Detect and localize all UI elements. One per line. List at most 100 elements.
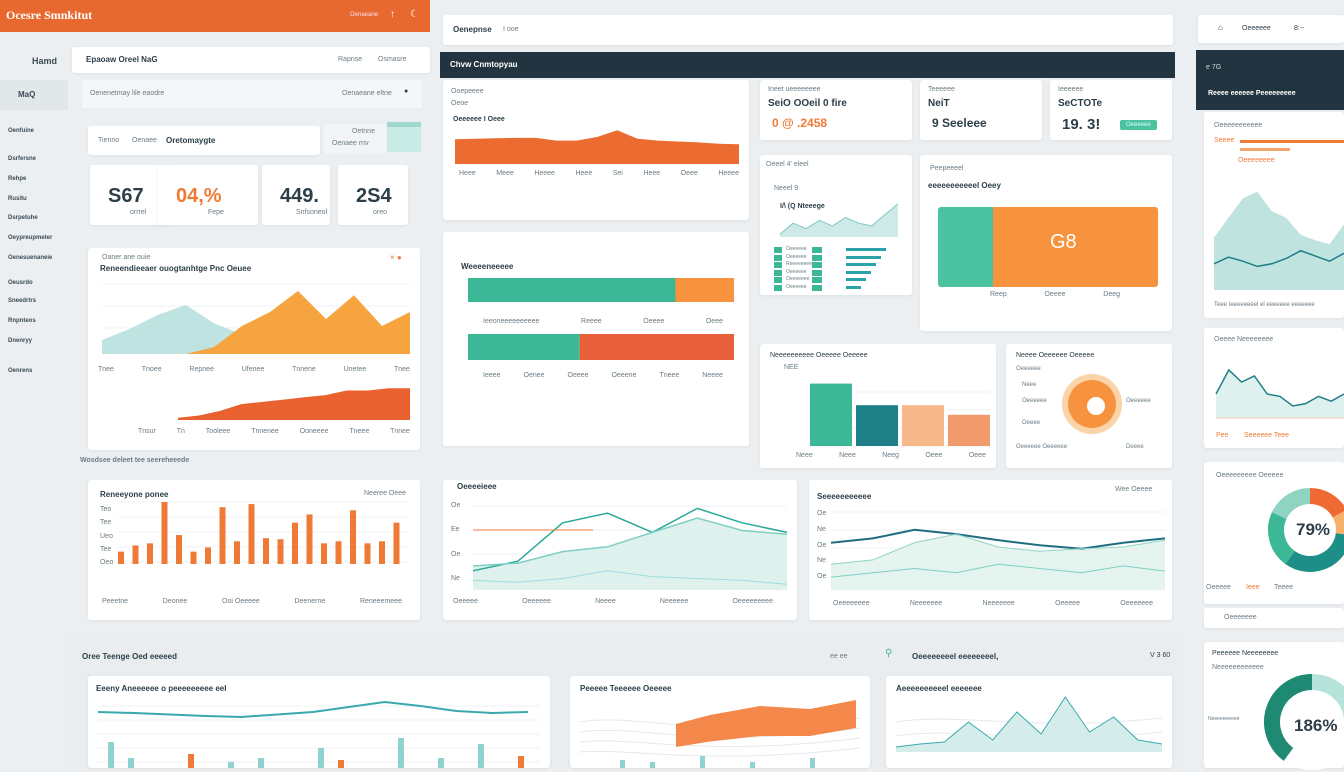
axis-label: Oe: [451, 550, 461, 558]
kpi-badge[interactable]: Oeeeeee: [1120, 120, 1157, 130]
sidebar-item[interactable]: Oenesuenaneie: [8, 255, 52, 261]
moon-icon[interactable]: ☾: [410, 9, 419, 20]
axis-label: Ueo: [100, 532, 113, 540]
axis-label: Oe: [451, 502, 461, 509]
sidebar-item[interactable]: Dsrfersne: [8, 156, 36, 162]
bar: [350, 510, 356, 564]
axis-label: Oeee: [925, 452, 943, 459]
close-icon[interactable]: × ●: [390, 253, 402, 262]
axis-label: Deeg: [1103, 291, 1120, 298]
axis-label: Ufenee: [241, 366, 265, 373]
sidebar-item[interactable]: Oeypreupmeter: [8, 235, 52, 241]
axis-label: Oeeee: [643, 318, 665, 325]
kpi-label: Snfsoneol: [296, 209, 328, 216]
card-footer: Teee Ieeeeeeeel el eeeeeee eeeeeee: [1214, 302, 1315, 308]
row-bar: [846, 248, 886, 251]
axis-label: Ooi Oeeeee: [222, 598, 260, 605]
tab-1[interactable]: Tienno: [98, 137, 119, 144]
bar-segment: [675, 278, 734, 302]
upload-icon[interactable]: ↑: [390, 9, 395, 20]
note: Oeeeeeee: [1224, 614, 1257, 621]
axis-label: Tnee: [98, 366, 114, 373]
gauge-value: 186%: [1294, 716, 1338, 735]
top-label[interactable]: 8:--: [1294, 25, 1305, 32]
home-icon[interactable]: ⌂: [1218, 23, 1223, 32]
card-title: Neeee Oeeeeee Oeeeee: [1016, 352, 1095, 359]
bar: [188, 754, 194, 768]
sidebar-item[interactable]: Rehpe: [8, 176, 26, 182]
kpi-row: 19. 3!: [1062, 116, 1101, 133]
bar: [650, 762, 655, 768]
bar: [393, 522, 400, 564]
axis-label: Neee: [839, 452, 856, 459]
card-title: Reneendieeaer ouogtanhtge Pnc Oeuee: [100, 264, 252, 273]
area: [1216, 370, 1344, 418]
donut-segment: [1271, 488, 1311, 520]
kpi-value: SeiO OOeil 0 fire: [768, 98, 847, 109]
legend-item: Oeeeeee: [1016, 366, 1041, 372]
pin-icon[interactable]: ●: [404, 88, 408, 95]
bar: [205, 547, 211, 564]
legend-item: Oeeeeee: [1126, 398, 1151, 404]
tag-icon: ⚲: [885, 648, 893, 659]
axis-label: Tnee: [393, 366, 410, 373]
sidebar-item[interactable]: Dsrpetuhe: [8, 215, 38, 221]
lower-area: [178, 388, 410, 420]
trend-line: [97, 700, 529, 719]
axis-label: Tee: [100, 545, 112, 553]
axis-label: Oe: [817, 510, 827, 517]
kpi-label: Teeeeee: [928, 86, 955, 93]
donut-segment: [1332, 511, 1344, 535]
big-bar-card: Peepeeeel eeeeeeeeeeel Oeey G8 Reep Oeeee…: [920, 155, 1172, 331]
axis-label: Ieeoneeeeeeeeee: [483, 318, 540, 325]
axis-label: Neeee: [702, 372, 723, 379]
sidebar-item[interactable]: Sneedrtrs: [8, 298, 36, 304]
bar: [318, 748, 324, 768]
panel-action-2[interactable]: Osmasre: [378, 56, 406, 63]
sidebar-item[interactable]: Oeusrdo: [8, 280, 33, 286]
bar: [258, 758, 264, 768]
bar: [292, 522, 298, 564]
legend-item: Oeeeeee: [1022, 398, 1047, 404]
bar: [176, 535, 182, 564]
banner-title: Chvw Cnmtopyau: [450, 60, 518, 69]
bar: [338, 760, 344, 768]
axis-label: Neeg: [882, 452, 899, 459]
mini-area-chart: [779, 203, 899, 237]
axis-label: Meee: [496, 170, 514, 177]
label: Oetnne: [352, 128, 375, 135]
row-marker: [774, 247, 782, 253]
kpi-label: Ineet ueeeeeeee: [768, 86, 821, 93]
top-label[interactable]: Oeeeeee: [1242, 25, 1271, 32]
right-area-card: Oeeeeeeeeeee Seeee Oeeeeeeee Teee Ieeeee…: [1204, 112, 1344, 318]
axis-label: Oeeeeeeee: [833, 600, 870, 607]
row-bar: [846, 278, 866, 281]
filter-bar[interactable]: Oenenetmay lile eaodre Oenaeane eltne ●: [82, 80, 422, 108]
axis-label: Neee: [796, 452, 813, 459]
card-title: Oeeeeeeeee Oeeeee: [1216, 472, 1284, 479]
tab-3[interactable]: Oretomaygte: [166, 136, 215, 145]
list-row: Oeeeeeee: [774, 276, 904, 283]
lower-area-chart: [178, 388, 410, 420]
kpi-value: 449.: [280, 185, 319, 207]
kpi-value: 2S4: [356, 185, 392, 207]
dark-title: Reeee eeeeee Peeeeeeeee: [1208, 90, 1296, 97]
sidebar-item[interactable]: Rusitu: [8, 196, 27, 202]
sidebar-item[interactable]: Oenrens: [8, 368, 32, 374]
area-chart: [1213, 191, 1344, 290]
line-chart-card: Seeeeeeeeeee Wee Oeeee Oe Ne Oe Ne Oe Oeeeee…: [809, 480, 1172, 620]
sidebar-item[interactable]: Oenfuine: [8, 128, 34, 134]
search-bar[interactable]: Oenepnse I ooe: [443, 15, 1173, 45]
header-link[interactable]: Oenaeane: [350, 12, 378, 18]
sidebar-item[interactable]: Rnpnteos: [8, 318, 36, 324]
list-row: Reeeeeeee: [774, 261, 904, 268]
teal-button[interactable]: [387, 122, 421, 152]
row-marker: [774, 254, 782, 261]
tab-2[interactable]: Oenaee: [132, 137, 157, 144]
axis-label: Oeeeee: [1055, 600, 1080, 607]
sidebar-item[interactable]: Dnenryy: [8, 338, 32, 344]
bar: [364, 543, 371, 564]
bar: [147, 543, 153, 564]
panel-action-1[interactable]: Rapnse: [338, 56, 362, 63]
sidebar-item-active[interactable]: MaQ: [0, 80, 68, 110]
